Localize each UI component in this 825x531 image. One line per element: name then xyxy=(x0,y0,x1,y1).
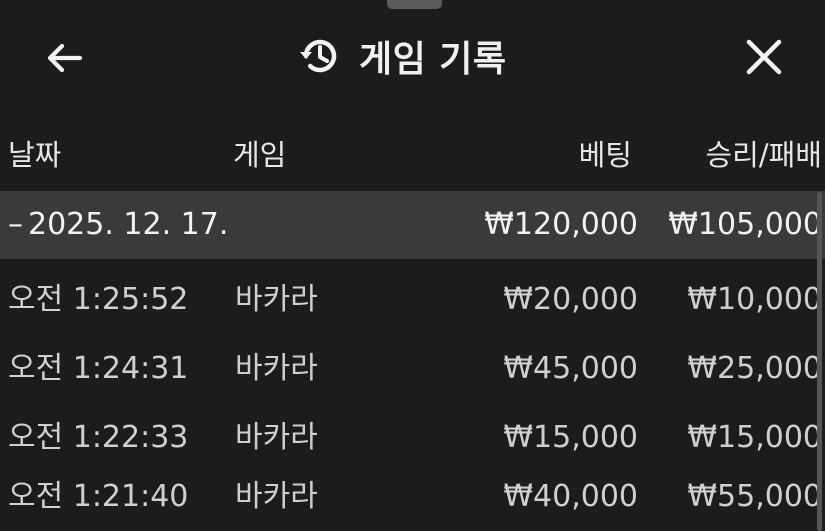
row-bet: ₩40,000 xyxy=(503,479,638,514)
close-icon xyxy=(746,39,782,75)
row-time: 오전 1:24:31 xyxy=(8,351,189,386)
date-group-row[interactable]: – 2025. 12. 17. ₩120,000 ₩105,000 xyxy=(0,191,825,259)
row-time: 오전 1:22:33 xyxy=(8,420,189,455)
back-button[interactable] xyxy=(40,36,88,80)
column-header-bet[interactable]: 베팅 xyxy=(500,135,632,175)
row-time: 오전 1:21:40 xyxy=(8,479,189,514)
column-header-game[interactable]: 게임 xyxy=(233,135,286,175)
table-row[interactable]: 오전 1:24:31 바카라 ₩45,000 ₩25,000 xyxy=(0,335,825,403)
title-group: 게임 기록 xyxy=(297,30,507,82)
group-total-bet: ₩120,000 xyxy=(484,207,638,242)
row-result: ₩25,000 xyxy=(687,351,822,386)
header: 게임 기록 xyxy=(0,0,825,112)
page-title: 게임 기록 xyxy=(359,39,507,80)
group-collapse-toggle[interactable]: – xyxy=(8,205,23,245)
arrow-left-icon xyxy=(47,43,83,73)
table-row[interactable]: 오전 1:21:40 바카라 ₩40,000 ₩55,000 xyxy=(0,463,825,531)
row-game: 바카라 xyxy=(235,420,318,455)
row-bet: ₩15,000 xyxy=(503,420,638,455)
row-result: ₩10,000 xyxy=(687,282,822,317)
group-total-result: ₩105,000 xyxy=(668,207,822,242)
row-game: 바카라 xyxy=(235,351,318,386)
row-bet: ₩45,000 xyxy=(503,351,638,386)
history-clock-icon xyxy=(300,39,337,73)
scrollbar[interactable] xyxy=(817,192,822,531)
column-header-result[interactable]: 승리/패배 xyxy=(660,135,823,175)
group-date: 2025. 12. 17. xyxy=(28,207,229,242)
row-bet: ₩20,000 xyxy=(503,282,638,317)
row-game: 바카라 xyxy=(235,282,318,317)
column-header-date[interactable]: 날짜 xyxy=(8,135,61,175)
row-time: 오전 1:25:52 xyxy=(8,282,189,317)
row-result: ₩15,000 xyxy=(687,420,822,455)
row-game: 바카라 xyxy=(235,479,318,514)
row-result: ₩55,000 xyxy=(687,479,822,514)
close-button[interactable] xyxy=(740,33,788,81)
table-row[interactable]: 오전 1:25:52 바카라 ₩20,000 ₩10,000 xyxy=(0,266,825,334)
table-row[interactable]: 오전 1:22:33 바카라 ₩15,000 ₩15,000 xyxy=(0,404,825,472)
